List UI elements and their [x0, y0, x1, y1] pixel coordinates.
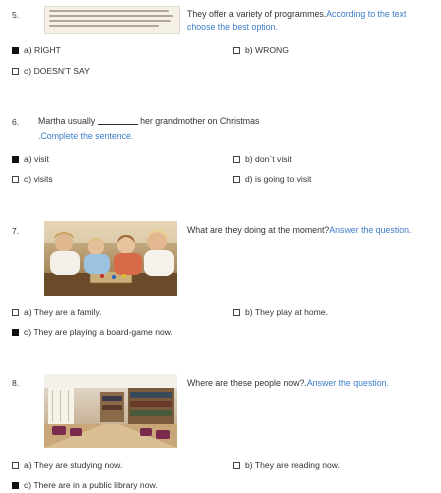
text-passage-thumbnail [44, 6, 180, 34]
question-instruction: Answer the question. [329, 225, 412, 235]
checkbox-icon[interactable] [233, 176, 240, 183]
option-letter: b) [245, 45, 253, 55]
option-text: They are a family. [33, 307, 102, 317]
checkbox-icon[interactable] [12, 176, 19, 183]
option-b[interactable]: b) They play at home. [233, 307, 328, 317]
stem-text: They offer a variety of programmes. [187, 9, 327, 19]
checkbox-icon[interactable] [233, 309, 240, 316]
option-letter: d) [245, 174, 253, 184]
option-text: DOESN'T SAY [33, 66, 90, 76]
stem-text: What are they doing at the moment? [187, 225, 330, 235]
option-b[interactable]: b) don`t visit [233, 154, 292, 164]
question-number: 5. [12, 10, 20, 20]
option-text: They play at home. [254, 307, 328, 317]
fill-in-blank [97, 115, 138, 125]
option-letter: a) [24, 307, 32, 317]
checked-checkbox-icon[interactable] [12, 482, 19, 489]
checked-checkbox-icon[interactable] [12, 47, 19, 54]
stem-text: Martha usually [38, 116, 96, 126]
option-letter: c) [24, 327, 32, 337]
option-text: visits [33, 174, 53, 184]
checked-checkbox-icon[interactable] [12, 156, 19, 163]
option-text: don`t visit [255, 154, 292, 164]
option-text: They are studying now. [33, 460, 123, 470]
checkbox-icon[interactable] [233, 47, 240, 54]
option-letter: c) [24, 66, 32, 76]
option-letter: a) [24, 460, 32, 470]
option-a[interactable]: a) visit [12, 154, 49, 164]
option-a[interactable]: a) They are studying now. [12, 460, 122, 470]
option-letter: b) [245, 460, 253, 470]
question-number: 8. [12, 378, 20, 388]
checkbox-icon[interactable] [12, 462, 19, 469]
question-stem: They offer a variety of programmes.Accor… [187, 8, 437, 34]
option-letter: c) [24, 480, 32, 490]
question-number: 6. [12, 117, 20, 127]
option-c[interactable]: c) There are in a public library now. [12, 480, 158, 490]
option-c[interactable]: c) DOESN'T SAY [12, 66, 90, 76]
question-stem: Martha usually her grandmother on Christ… [38, 115, 428, 128]
option-c[interactable]: c) visits [12, 174, 53, 184]
option-a[interactable]: a) They are a family. [12, 307, 102, 317]
family-board-game-photo [44, 221, 177, 296]
option-a[interactable]: a) RIGHT [12, 45, 61, 55]
question-instruction: .Complete the sentence. [38, 131, 134, 141]
checkbox-icon[interactable] [12, 68, 19, 75]
option-text: is going to visit [255, 174, 312, 184]
stem-text: her grandmother on Christmas [140, 116, 260, 126]
option-letter: b) [245, 154, 253, 164]
option-letter: b) [245, 307, 253, 317]
option-text: RIGHT [34, 45, 61, 55]
library-interior-photo [44, 374, 177, 448]
option-text: They are playing a board-game now. [33, 327, 173, 337]
option-text: visit [34, 154, 49, 164]
option-letter: a) [24, 154, 32, 164]
option-text: There are in a public library now. [33, 480, 158, 490]
checkbox-icon[interactable] [233, 156, 240, 163]
option-text: They are reading now. [254, 460, 340, 470]
option-b[interactable]: b) They are reading now. [233, 460, 340, 470]
option-b[interactable]: b) WRONG [233, 45, 289, 55]
question-instruction: Answer the question. [306, 378, 389, 388]
option-text: WRONG [255, 45, 289, 55]
option-letter: a) [24, 45, 32, 55]
option-c[interactable]: c) They are playing a board-game now. [12, 327, 173, 337]
checkbox-icon[interactable] [233, 462, 240, 469]
question-stem: What are they doing at the moment?Answer… [187, 224, 441, 237]
question-stem: Where are these people now?.Answer the q… [187, 377, 441, 390]
checked-checkbox-icon[interactable] [12, 329, 19, 336]
stem-text: Where are these people now?. [187, 378, 307, 388]
checkbox-icon[interactable] [12, 309, 19, 316]
option-d[interactable]: d) is going to visit [233, 174, 311, 184]
question-number: 7. [12, 226, 20, 236]
option-letter: c) [24, 174, 32, 184]
